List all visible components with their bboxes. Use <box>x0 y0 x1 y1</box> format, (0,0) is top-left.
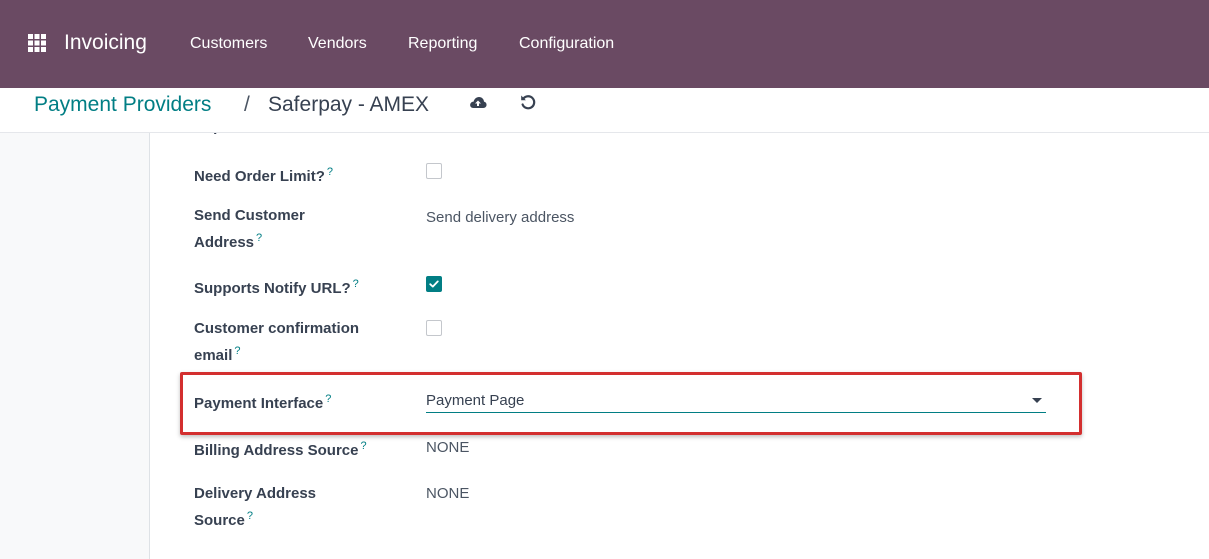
label-text: Billing Address Source <box>194 442 359 459</box>
help-tooltip-icon[interactable]: ? <box>325 393 331 405</box>
send-customer-address-value[interactable]: Send delivery address <box>426 207 574 229</box>
breadcrumb-parent-link[interactable]: Payment Providers <box>34 92 211 118</box>
supports-notify-url-checkbox[interactable] <box>426 276 442 292</box>
label-text: Payment Interface <box>194 395 324 412</box>
label-text: Customer confirmation email <box>194 320 360 364</box>
help-tooltip-icon[interactable]: ? <box>360 440 366 452</box>
payment-interface-select[interactable]: Payment Page <box>426 390 1046 413</box>
field-label-send-customer-address: Send Customer Address? <box>194 205 344 254</box>
label-text: Delivery Address Source <box>194 485 317 529</box>
menu-customers[interactable]: Customers <box>190 34 267 54</box>
help-tooltip-icon[interactable]: ? <box>256 232 262 244</box>
grid-apps-icon[interactable] <box>28 34 46 52</box>
delivery-address-source-value[interactable]: NONE <box>426 483 469 505</box>
help-tooltip-icon[interactable]: ? <box>353 278 359 290</box>
field-label-billing-address-source: Billing Address Source? <box>194 435 394 462</box>
menu-reporting[interactable]: Reporting <box>408 34 477 54</box>
need-order-limit-checkbox[interactable] <box>426 163 442 179</box>
undo-icon[interactable] <box>519 93 537 111</box>
select-value: Payment Page <box>426 392 525 409</box>
checkmark-icon <box>429 280 439 288</box>
help-tooltip-icon[interactable]: ? <box>247 510 253 522</box>
customer-confirmation-email-checkbox[interactable] <box>426 320 442 336</box>
field-label-supports-notify-url: Supports Notify URL?? <box>194 273 394 300</box>
label-text: Need Order Limit? <box>194 168 325 185</box>
app-name[interactable]: Invoicing <box>64 30 147 56</box>
field-label-customer-confirmation-email: Customer confirmation email? <box>194 318 394 367</box>
caret-down-icon <box>1032 398 1042 403</box>
field-label-delivery-address-source: Delivery Address Source? <box>194 483 344 532</box>
field-label-payment-interface: Payment Interface? <box>194 388 394 415</box>
help-tooltip-icon[interactable]: ? <box>327 166 333 178</box>
label-text: Supports Notify URL? <box>194 280 351 297</box>
menu-configuration[interactable]: Configuration <box>519 34 614 54</box>
help-tooltip-icon[interactable]: ? <box>234 345 240 357</box>
breadcrumb-current: Saferpay - AMEX <box>268 93 430 116</box>
field-label-need-order-limit: Need Order Limit?? <box>194 161 394 188</box>
label-text: Send Customer Address <box>194 207 305 251</box>
breadcrumb-separator: / <box>244 93 250 116</box>
billing-address-source-value[interactable]: NONE <box>426 437 469 459</box>
cloud-upload-icon[interactable] <box>469 94 487 112</box>
menu-vendors[interactable]: Vendors <box>308 34 367 54</box>
